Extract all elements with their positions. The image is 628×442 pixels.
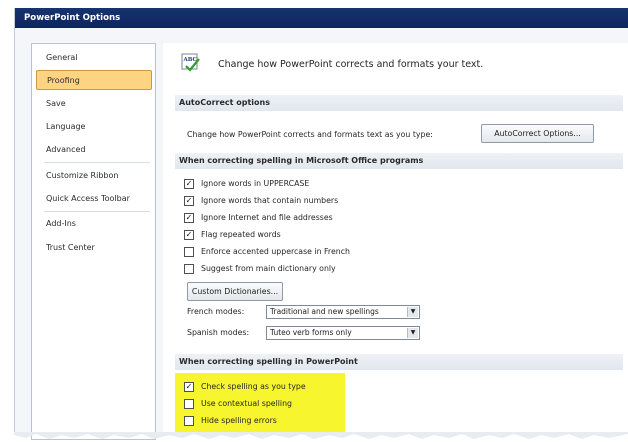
office-spelling-section-heading: When correcting spelling in Microsoft Of… bbox=[175, 153, 623, 169]
sidebar-item-proofing[interactable]: Proofing bbox=[36, 70, 152, 90]
spanish-modes-label: Spanish modes: bbox=[187, 328, 250, 337]
checkbox[interactable] bbox=[184, 264, 194, 274]
checkbox-label: Suggest from main dictionary only bbox=[201, 264, 336, 273]
sidebar-item-add-ins[interactable]: Add-Ins bbox=[36, 214, 152, 234]
checkbox[interactable]: ✓ bbox=[184, 213, 194, 223]
autocorrect-section-heading: AutoCorrect options bbox=[175, 95, 623, 111]
checkbox-label: Hide spelling errors bbox=[201, 416, 277, 425]
sidebar-divider bbox=[44, 162, 150, 163]
checkbox-label: Enforce accented uppercase in French bbox=[201, 247, 350, 256]
options-dialog: PowerPoint Options General Proofing Save… bbox=[14, 8, 628, 440]
spanish-modes-select[interactable]: Tuteo verb forms only ▼ bbox=[266, 326, 420, 340]
chevron-down-icon[interactable]: ▼ bbox=[407, 328, 418, 338]
torn-edge bbox=[14, 432, 628, 439]
chevron-down-icon[interactable]: ▼ bbox=[407, 307, 418, 317]
checkbox[interactable]: ✓ bbox=[184, 382, 194, 392]
french-modes-select[interactable]: Traditional and new spellings ▼ bbox=[266, 305, 420, 319]
sidebar-item-quick-access-toolbar[interactable]: Quick Access Toolbar bbox=[36, 189, 152, 209]
autocorrect-description: Change how PowerPoint corrects and forma… bbox=[187, 130, 433, 139]
sidebar-item-advanced[interactable]: Advanced bbox=[36, 140, 152, 160]
french-modes-label: French modes: bbox=[187, 307, 245, 316]
checkbox[interactable] bbox=[184, 416, 194, 426]
checkbox[interactable]: ✓ bbox=[184, 179, 194, 189]
sidebar-divider bbox=[44, 211, 150, 212]
checkbox-label: Check spelling as you type bbox=[201, 382, 306, 391]
checkbox[interactable] bbox=[184, 399, 194, 409]
french-modes-value: Traditional and new spellings bbox=[270, 307, 379, 316]
sidebar-item-customize-ribbon[interactable]: Customize Ribbon bbox=[36, 166, 152, 186]
checkbox-label: Flag repeated words bbox=[201, 230, 281, 239]
sidebar-item-trust-center[interactable]: Trust Center bbox=[36, 238, 152, 258]
proofing-header-text: Change how PowerPoint corrects and forma… bbox=[218, 59, 484, 70]
sidebar-item-language[interactable]: Language bbox=[36, 117, 152, 137]
checkbox-label: Ignore words in UPPERCASE bbox=[201, 179, 310, 188]
sidebar-item-general[interactable]: General bbox=[36, 48, 152, 68]
checkbox[interactable] bbox=[184, 247, 194, 257]
ppt-spelling-section-heading: When correcting spelling in PowerPoint bbox=[175, 354, 623, 370]
sidebar: General Proofing Save Language Advanced … bbox=[31, 43, 156, 440]
sidebar-item-save[interactable]: Save bbox=[36, 94, 152, 114]
checkbox[interactable]: ✓ bbox=[184, 230, 194, 240]
spanish-modes-value: Tuteo verb forms only bbox=[270, 328, 352, 337]
proofing-panel: ABC Change how PowerPoint corrects and f… bbox=[163, 43, 628, 438]
autocorrect-options-button[interactable]: AutoCorrect Options... bbox=[481, 124, 594, 143]
checkbox-label: Ignore words that contain numbers bbox=[201, 196, 339, 205]
abc-checkmark-icon: ABC bbox=[181, 53, 200, 72]
window-title: PowerPoint Options bbox=[15, 8, 628, 28]
custom-dictionaries-button[interactable]: Custom Dictionaries... bbox=[187, 282, 283, 301]
checkbox-label: Ignore Internet and file addresses bbox=[201, 213, 333, 222]
checkbox[interactable]: ✓ bbox=[184, 196, 194, 206]
checkbox-label: Use contextual spelling bbox=[201, 399, 292, 408]
